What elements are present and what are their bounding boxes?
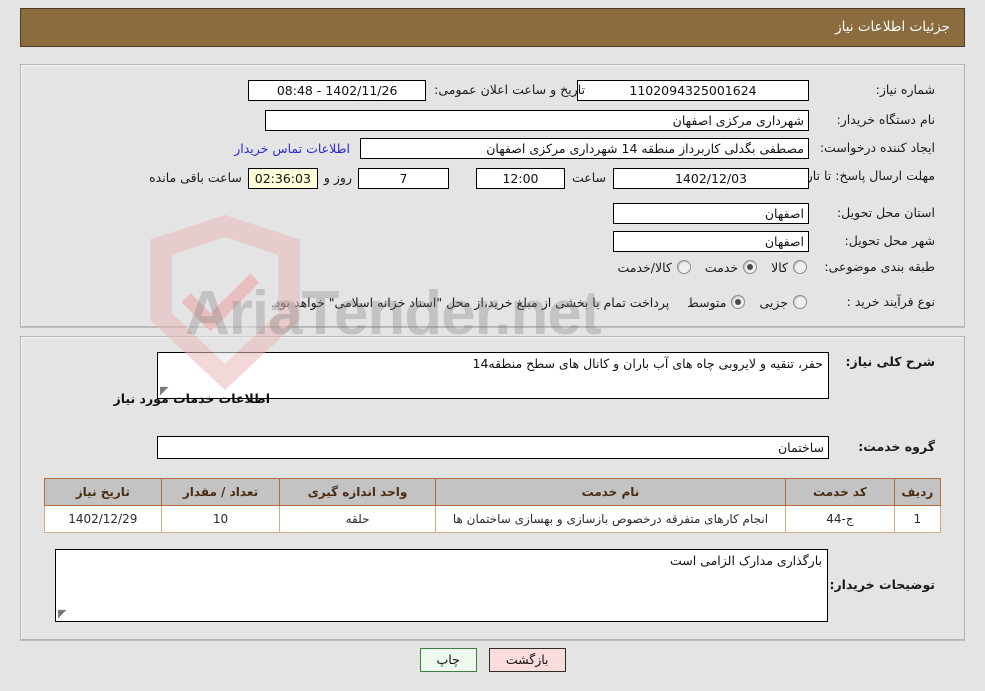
buyer-notes-resize-grip-icon[interactable]: ◥ [58,607,70,620]
cell-need-date: 1402/12/29 [44,505,162,533]
field-announce-datetime: تاریخ و ساعت اعلان عمومی: 1402/11/26 - 0… [248,80,585,101]
column-header-unit: واحد اندازه گیری [279,478,436,506]
action-button-bar: بازگشت چاپ [0,648,985,672]
print-button[interactable]: چاپ [419,648,477,672]
cell-unit: حلقه [279,505,436,533]
buyer-org-value: شهرداری مرکزی اصفهان [265,110,809,131]
column-header-service-name: نام خدمت [434,478,787,506]
purchase-process-type-label: نوع فرآیند خرید : [846,294,935,309]
cell-service-code: ج-44 [785,505,895,533]
delivery-city-label: شهر محل تحویل: [844,233,935,249]
buyer-contact-link[interactable]: اطلاعات تماس خریدار [234,141,350,156]
field-subject-category: طبقه بندی موضوعی: کالا خدمت کالا/خدمت [603,259,935,276]
deadline-days-value: 7 [357,168,449,189]
radio-category-khedmat[interactable] [743,260,758,275]
request-creator-value: مصطفی بگدلی کاربرداز منطقه 14 شهرداری مر… [360,138,809,159]
general-description-value: حفر، تنقیه و لایروبی چاه های آب باران و … [472,356,823,371]
field-service-group: گروه خدمت: ساختمان [157,436,935,459]
radio-process-jozii-label: جزیی [759,294,788,310]
purchase-process-options: جزیی متوسط [673,295,807,310]
radio-category-kala-label: کالا [771,259,788,275]
field-buyer-org: نام دستگاه خریدار: شهرداری مرکزی اصفهان [265,110,935,131]
column-header-quantity: تعداد / مقدار [160,478,281,506]
need-number-value: 1102094325001624 [577,80,809,101]
back-button[interactable]: بازگشت [488,648,566,672]
delivery-province-value: اصفهان [613,203,809,224]
buyer-notes-textarea[interactable]: بارگذاری مدارک الزامی است ◥ [55,549,828,622]
cell-quantity: 10 [160,505,281,533]
purchase-process-note: پرداخت تمام یا بخشی از مبلغ خرید،از محل … [270,294,670,310]
service-group-value: ساختمان [157,436,829,459]
general-description-label: شرح کلی نیاز: [845,354,935,369]
field-general-description: شرح کلی نیاز: حفر، تنقیه و لایروبی چاه ه… [157,352,935,399]
subject-category-options: کالا خدمت کالا/خدمت [603,260,807,275]
field-buyer-notes: توضیحات خریدار: بارگذاری مدارک الزامی اس… [55,549,935,622]
deadline-date-value: 1402/12/03 [613,168,809,189]
deadline-days-separator: روز و [323,170,352,185]
deadline-hour-label: ساعت [571,170,606,185]
radio-process-motevaset[interactable] [731,295,746,310]
radio-process-motevaset-label: متوسط [687,294,727,310]
deadline-countdown-value: 02:36:03 [247,168,318,189]
delivery-province-label: استان محل تحویل: [836,205,935,221]
request-creator-label: ایجاد کننده درخواست: [819,140,935,156]
page-title-bar: جزئیات اطلاعات نیاز [20,8,965,47]
service-items-table: ردیف کد خدمت نام خدمت واحد اندازه گیری ت… [44,478,942,533]
announce-label: تاریخ و ساعت اعلان عمومی: [434,82,585,98]
field-request-creator: ایجاد کننده درخواست: مصطفی بگدلی کاربردا… [234,138,935,159]
need-number-label: شماره نیاز: [875,82,935,98]
radio-category-khedmat-label: خدمت [704,259,739,275]
radio-process-jozii[interactable] [793,295,807,310]
need-info-panel [20,64,965,327]
cell-service-name: انجام کارهای متفرقه درخصوص بازسازی و بهس… [434,505,787,533]
delivery-city-value: اصفهان [613,231,809,252]
buyer-org-label: نام دستگاه خریدار: [836,112,935,128]
field-delivery-province: استان محل تحویل: اصفهان [613,203,935,224]
column-header-service-code: کد خدمت [785,478,895,506]
services-section-title: اطلاعات خدمات مورد نیاز [113,391,271,406]
page-root: AriaTender.net جزئیات اطلاعات نیاز شماره… [0,0,985,691]
subject-category-label: طبقه بندی موضوعی: [824,259,935,274]
radio-category-kala-khedmat-label: کالا/خدمت [617,259,672,275]
response-deadline-label: مهلت ارسال پاسخ: تا تاریخ: [790,168,935,183]
radio-category-kala[interactable] [793,260,807,275]
table-row: 1 ج-44 انجام کارهای متفرقه درخصوص بازساز… [44,505,942,533]
column-header-radif: ردیف [893,478,942,506]
buyer-notes-value: بارگذاری مدارک الزامی است [670,553,822,568]
column-header-need-date: تاریخ نیاز [44,478,162,506]
cell-radif: 1 [893,505,942,533]
announce-value: 1402/11/26 - 08:48 [248,80,427,101]
field-delivery-city: شهر محل تحویل: اصفهان [613,231,935,252]
deadline-remaining-label: ساعت باقی مانده [149,170,242,185]
buyer-notes-label: توضیحات خریدار: [829,577,935,592]
field-purchase-process-type: نوع فرآیند خرید : جزیی متوسط پرداخت تمام… [271,294,935,311]
page-title: جزئیات اطلاعات نیاز [835,19,950,35]
field-response-deadline: مهلت ارسال پاسخ: تا تاریخ: 1402/12/03 سا… [149,168,935,189]
service-group-label: گروه خدمت: [858,439,935,455]
table-header-row: ردیف کد خدمت نام خدمت واحد اندازه گیری ت… [44,478,942,506]
field-need-number: شماره نیاز: 1102094325001624 [577,80,935,101]
deadline-hour-value: 12:00 [475,168,565,189]
radio-category-kala-khedmat[interactable] [676,260,691,275]
